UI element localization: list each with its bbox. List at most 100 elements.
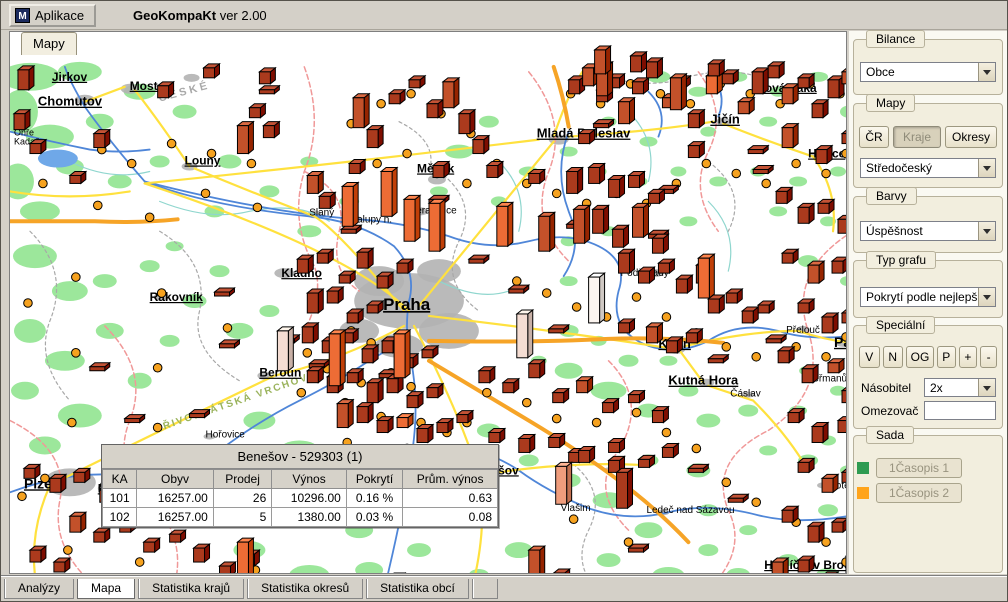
tab-mapa[interactable]: Mapa [77, 579, 135, 599]
popup-table: KAObyvProdejVýnosPokrytíPrům. výnos10116… [102, 469, 498, 527]
special-button-n[interactable]: N [883, 346, 904, 368]
popup-col-vynos: Výnos [272, 470, 347, 489]
chevron-down-icon[interactable] [978, 379, 995, 396]
popup-col-pokryti: Pokrytí [346, 470, 402, 489]
special-button-v[interactable]: V [859, 346, 880, 368]
popup-cell: 1380.00 [272, 508, 347, 527]
svg-text:Hořovice: Hořovice [206, 430, 246, 441]
popup-cell: 0.03 % [346, 508, 402, 527]
tab-mapy-overlay[interactable]: Mapy [21, 32, 77, 55]
kraj-value: Středočeský [866, 159, 977, 177]
group-sada-title: Sada [866, 426, 914, 444]
svg-text:Čáslav: Čáslav [730, 389, 760, 400]
sidebar: Bilance Obce Mapy ČRKrajeOkresy Středoče… [849, 31, 1007, 574]
svg-text:Jirkov: Jirkov [52, 70, 88, 84]
app-name: GeoKompaKt [133, 8, 216, 23]
omezovac-label: Omezovač [861, 404, 918, 418]
special-buttons: VNOGP+- [859, 346, 997, 368]
legend-swatch-2 [857, 487, 869, 499]
svg-text:Jičín: Jičín [710, 112, 740, 127]
tab-stub[interactable] [472, 579, 498, 599]
app-logo-icon: M [15, 8, 30, 23]
group-typ-grafu-title: Typ grafu [866, 251, 936, 269]
popup-col-prum-vynos: Prům. výnos [403, 470, 498, 489]
barvy-value: Úspěšnost [866, 222, 977, 240]
popup-cell: 0.63 [403, 489, 498, 508]
info-popup: Benešov - 529303 (1) KAObyvProdejVýnosPo… [101, 444, 499, 528]
sada-button-1[interactable]: 1Časopis 1 [876, 458, 962, 478]
svg-text:Přelouč: Přelouč [786, 325, 820, 336]
titlebar: M Aplikace GeoKompaKt ver 2.00 [1, 1, 1007, 30]
popup-cell: 10296.00 [272, 489, 347, 508]
typ-grafu-combobox[interactable]: Pokrytí podle nejlepších [860, 287, 996, 307]
special-button-og[interactable]: OG [906, 346, 934, 368]
kraj-combobox[interactable]: Středočeský [860, 158, 996, 178]
special-button-plus[interactable]: + [959, 346, 978, 368]
group-barvy: Barvy Úspěšnost [853, 196, 1003, 253]
barvy-combobox[interactable]: Úspěšnost [860, 221, 996, 241]
chevron-down-icon[interactable] [978, 159, 995, 177]
tab-statistika-obci[interactable]: Statistika obcí [366, 579, 469, 599]
group-bilance-title: Bilance [866, 30, 925, 48]
mapy-buttons: ČRKrajeOkresy [859, 126, 997, 148]
svg-text:Kutná Hora: Kutná Hora [668, 373, 739, 388]
svg-text:Praha: Praha [383, 295, 431, 314]
popup-cell: 16257.00 [137, 508, 214, 527]
lake [38, 150, 78, 168]
tab-statistika-okresu[interactable]: Statistika okresů [247, 579, 363, 599]
popup-cell: 102 [103, 508, 137, 527]
svg-text:Slaný: Slaný [309, 207, 334, 218]
tab-statistika-kraju[interactable]: Statistika krajů [138, 579, 244, 599]
popup-cell: 16257.00 [137, 489, 214, 508]
group-sada: Sada 1Časopis 11Časopis 2 [853, 435, 1003, 573]
popup-row-1: 10116257.002610296.000.16 %0.63 [103, 489, 498, 508]
sada-item-1: 1Časopis 1 [857, 458, 996, 478]
aplikace-button[interactable]: M Aplikace [9, 4, 96, 27]
typ-grafu-value: Pokrytí podle nejlepších [866, 288, 977, 306]
app-window: M Aplikace GeoKompaKt ver 2.00 ČESKÉKŘIV… [0, 0, 1008, 602]
nasobitel-value: 2x [930, 379, 977, 397]
legend-swatch-1 [857, 462, 869, 474]
sada-button-2[interactable]: 1Časopis 2 [876, 483, 962, 503]
group-barvy-title: Barvy [866, 187, 917, 205]
aplikace-button-label: Aplikace [35, 8, 84, 23]
omezovac-input[interactable] [924, 401, 996, 420]
svg-text:Chomutov: Chomutov [38, 94, 103, 109]
svg-text:Most: Most [130, 79, 158, 93]
chevron-down-icon[interactable] [978, 63, 995, 81]
group-mapy-title: Mapy [866, 94, 915, 112]
group-bilance: Bilance Obce [853, 39, 1003, 95]
popup-cell: 5 [213, 508, 271, 527]
mapy-button-cr[interactable]: ČR [859, 126, 889, 148]
sada-item-2: 1Časopis 2 [857, 483, 996, 503]
popup-cell: 26 [213, 489, 271, 508]
bilance-combobox[interactable]: Obce [860, 62, 996, 82]
popup-cell: 101 [103, 489, 137, 508]
svg-text:Ledeč nad Sázavou: Ledeč nad Sázavou [646, 505, 734, 516]
popup-col-ka: KA [103, 470, 137, 489]
app-title: GeoKompaKt ver 2.00 [133, 8, 267, 23]
special-button-minus[interactable]: - [980, 346, 997, 368]
bottom-tabbar: AnalýzyMapaStatistika krajůStatistika ok… [1, 575, 1007, 601]
app-version: ver 2.00 [220, 8, 267, 23]
nasobitel-label: Násobitel [861, 381, 911, 395]
group-typ-grafu: Typ grafu Pokrytí podle nejlepších [853, 260, 1003, 318]
special-button-p[interactable]: P [937, 346, 956, 368]
popup-cell: 0.16 % [346, 489, 402, 508]
mapy-button-kraje[interactable]: Kraje [893, 126, 941, 148]
nasobitel-combobox[interactable]: 2x [924, 378, 996, 397]
popup-row-2: 10216257.0051380.000.03 %0.08 [103, 508, 498, 527]
tab-analyzy[interactable]: Analýzy [4, 579, 74, 599]
popup-cell: 0.08 [403, 508, 498, 527]
chevron-down-icon[interactable] [978, 288, 995, 306]
chevron-down-icon[interactable] [978, 222, 995, 240]
mapy-button-okresy[interactable]: Okresy [945, 126, 997, 148]
svg-text:Vlašim: Vlašim [561, 503, 591, 514]
popup-col-prodej: Prodej [213, 470, 271, 489]
popup-col-obyv: Obyv [137, 470, 214, 489]
bilance-value: Obce [866, 63, 977, 81]
group-specialni: Speciální VNOGP+- Násobitel 2x Omezovač [853, 325, 1003, 429]
group-mapy: Mapy ČRKrajeOkresy Středočeský [853, 103, 1003, 188]
group-specialni-title: Speciální [866, 316, 935, 334]
popup-title: Benešov - 529303 (1) [102, 445, 498, 469]
